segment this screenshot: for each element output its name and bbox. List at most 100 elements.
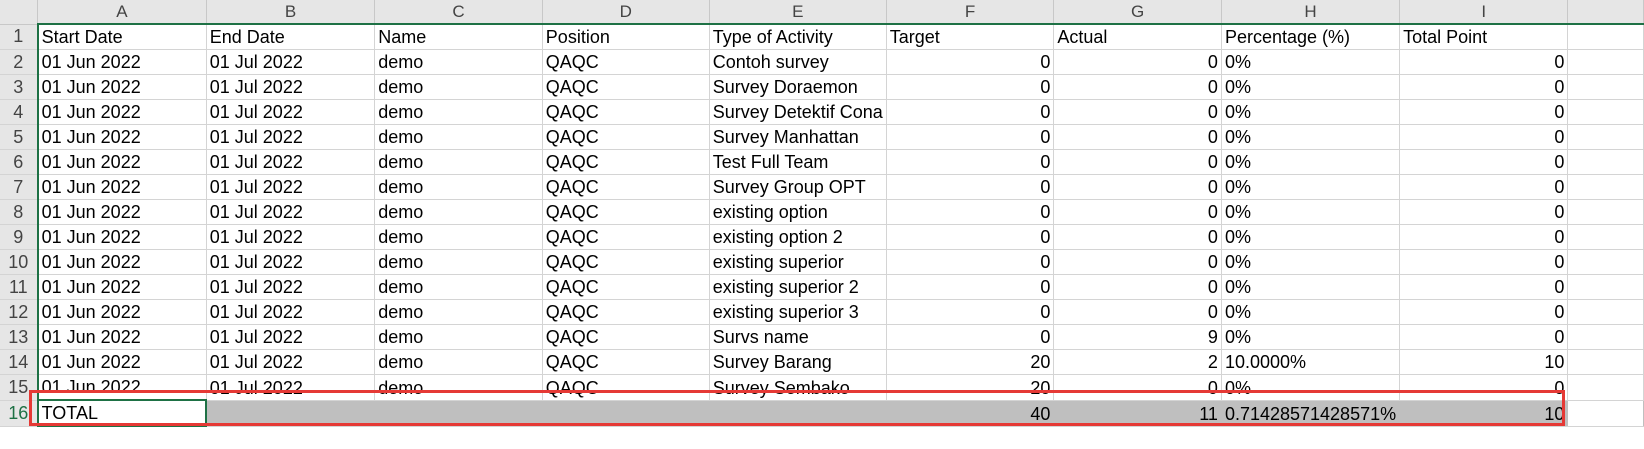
cell-actual[interactable]: 0 — [1053, 274, 1222, 300]
cell-empty[interactable] — [1567, 224, 1644, 250]
cell-actual[interactable]: 2 — [1053, 349, 1222, 375]
cell-target-header[interactable]: Target — [886, 24, 1055, 50]
cell-name-header[interactable]: Name — [374, 24, 543, 50]
cell-end[interactable]: 01 Jul 2022 — [206, 124, 376, 150]
cell-activity-header[interactable]: Type of Activity — [709, 24, 887, 50]
cell-name[interactable]: demo — [374, 274, 543, 300]
cell-pct[interactable]: 10.0000% — [1221, 349, 1401, 375]
cell-activity[interactable]: existing option — [709, 199, 887, 225]
cell-target[interactable]: 0 — [886, 199, 1055, 225]
cell-empty[interactable] — [1567, 374, 1644, 401]
cell-start[interactable]: 01 Jun 2022 — [37, 349, 207, 375]
cell-start[interactable]: 01 Jun 2022 — [37, 374, 207, 401]
cell-empty[interactable] — [1567, 249, 1644, 275]
cell-end[interactable]: 01 Jul 2022 — [206, 324, 376, 350]
cell-points[interactable]: 0 — [1399, 324, 1569, 350]
cell-end[interactable]: 01 Jul 2022 — [206, 274, 376, 300]
cell-end[interactable]: 01 Jul 2022 — [206, 174, 376, 200]
cell-empty[interactable] — [1567, 174, 1644, 200]
cell-points[interactable]: 0 — [1399, 49, 1569, 75]
cell-start[interactable]: 01 Jun 2022 — [37, 274, 207, 300]
total-points-cell[interactable]: 10 — [1399, 400, 1569, 427]
cell-target[interactable]: 0 — [886, 99, 1055, 125]
cell-empty[interactable] — [1567, 400, 1644, 427]
cell-end[interactable]: 01 Jul 2022 — [206, 224, 376, 250]
cell-activity[interactable]: existing superior — [709, 249, 887, 275]
cell-points[interactable]: 10 — [1399, 349, 1569, 375]
cell-position[interactable]: QAQC — [542, 124, 710, 150]
cell-target[interactable]: 20 — [886, 349, 1055, 375]
row-header[interactable]: 5 — [0, 124, 39, 150]
cell-start[interactable]: 01 Jun 2022 — [37, 199, 207, 225]
cell-name[interactable]: demo — [374, 349, 543, 375]
cell-empty[interactable] — [1567, 74, 1644, 100]
cell-points[interactable]: 0 — [1399, 149, 1569, 175]
cell-start[interactable]: 01 Jun 2022 — [37, 49, 207, 75]
cell-actual[interactable]: 0 — [1053, 299, 1222, 325]
row-header[interactable]: 10 — [0, 249, 39, 275]
column-header-j[interactable] — [1567, 0, 1644, 25]
cell-target[interactable]: 0 — [886, 74, 1055, 100]
cell-target[interactable]: 0 — [886, 124, 1055, 150]
row-header[interactable]: 9 — [0, 224, 39, 250]
cell-start[interactable]: 01 Jun 2022 — [37, 224, 207, 250]
cell-points[interactable]: 0 — [1399, 124, 1569, 150]
cell-start[interactable]: 01 Jun 2022 — [37, 74, 207, 100]
cell-pct[interactable]: 0% — [1221, 374, 1401, 401]
row-header[interactable]: 3 — [0, 74, 39, 100]
cell-end[interactable]: 01 Jul 2022 — [206, 99, 376, 125]
cell-name[interactable]: demo — [374, 199, 543, 225]
cell-position[interactable]: QAQC — [542, 324, 710, 350]
row-header[interactable]: 2 — [0, 49, 39, 75]
cell-actual[interactable]: 0 — [1053, 374, 1222, 401]
cell-actual[interactable]: 0 — [1053, 199, 1222, 225]
column-header-d[interactable]: D — [542, 0, 710, 25]
cell-target[interactable]: 0 — [886, 174, 1055, 200]
cell-pct[interactable]: 0% — [1221, 224, 1401, 250]
cell-points[interactable]: 0 — [1399, 224, 1569, 250]
cell-empty[interactable] — [542, 400, 710, 427]
cell-pct[interactable]: 0% — [1221, 324, 1401, 350]
cell-points[interactable]: 0 — [1399, 74, 1569, 100]
cell-activity[interactable]: Survey Barang — [709, 349, 887, 375]
total-label-cell[interactable]: TOTAL — [36, 399, 208, 427]
cell-points[interactable]: 0 — [1399, 174, 1569, 200]
cell-start[interactable]: 01 Jun 2022 — [37, 299, 207, 325]
cell-percentage-header[interactable]: Percentage (%) — [1221, 24, 1401, 50]
cell-empty[interactable] — [206, 400, 376, 427]
cell-name[interactable]: demo — [374, 174, 543, 200]
cell-empty[interactable] — [1567, 49, 1644, 75]
cell-start[interactable]: 01 Jun 2022 — [37, 149, 207, 175]
cell-position[interactable]: QAQC — [542, 49, 710, 75]
cell-empty[interactable] — [1567, 324, 1644, 350]
cell-target[interactable]: 0 — [886, 149, 1055, 175]
cell-end[interactable]: 01 Jul 2022 — [206, 199, 376, 225]
cell-pct[interactable]: 0% — [1221, 74, 1401, 100]
cell-activity[interactable]: existing superior 2 — [709, 274, 887, 300]
column-header-i[interactable]: I — [1399, 0, 1569, 25]
cell-actual[interactable]: 0 — [1053, 74, 1222, 100]
cell-actual[interactable]: 0 — [1053, 124, 1222, 150]
cell-pct[interactable]: 0% — [1221, 149, 1401, 175]
cell-pct[interactable]: 0% — [1221, 199, 1401, 225]
cell-points[interactable]: 0 — [1399, 374, 1569, 401]
cell-actual[interactable]: 0 — [1053, 224, 1222, 250]
cell-start[interactable]: 01 Jun 2022 — [37, 99, 207, 125]
cell-points[interactable]: 0 — [1399, 299, 1569, 325]
cell-empty[interactable] — [1567, 149, 1644, 175]
cell-pct[interactable]: 0% — [1221, 299, 1401, 325]
total-actual-cell[interactable]: 11 — [1053, 400, 1222, 427]
row-header[interactable]: 7 — [0, 174, 39, 200]
cell-empty[interactable] — [374, 400, 543, 427]
cell-points[interactable]: 0 — [1399, 274, 1569, 300]
cell-end-date-header[interactable]: End Date — [206, 24, 376, 50]
cell-points[interactable]: 0 — [1399, 199, 1569, 225]
column-header-b[interactable]: B — [206, 0, 376, 25]
cell-activity[interactable]: Survs name — [709, 324, 887, 350]
cell-end[interactable]: 01 Jul 2022 — [206, 49, 376, 75]
row-header[interactable]: 6 — [0, 149, 39, 175]
cell-activity[interactable]: Survey Manhattan — [709, 124, 887, 150]
row-header[interactable]: 15 — [0, 374, 39, 401]
cell-position[interactable]: QAQC — [542, 374, 710, 401]
column-header-c[interactable]: C — [374, 0, 543, 25]
